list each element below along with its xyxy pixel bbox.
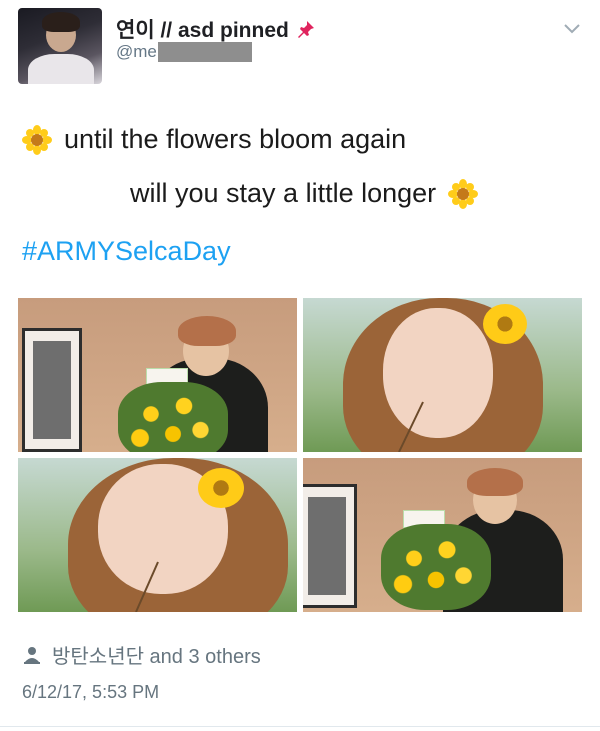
handle-redaction <box>157 42 252 62</box>
tweet-line-1: until the flowers bloom again <box>22 124 406 155</box>
person-icon <box>22 645 42 665</box>
handle-row: @me <box>116 42 252 62</box>
display-name[interactable]: 연이 // asd pinned <box>116 14 289 44</box>
tweet-text-line-1: until the flowers bloom again <box>64 124 407 154</box>
sunflower-icon <box>22 124 52 155</box>
tweet-text-line-2: will you stay a little longer <box>130 178 437 208</box>
photo-3[interactable] <box>18 458 297 612</box>
user-handle[interactable]: @me <box>116 42 157 62</box>
hashtag-link[interactable]: #ARMYSelcaDay <box>22 236 231 267</box>
photo-1[interactable] <box>18 298 297 452</box>
likes-row[interactable]: 방탄소년단 and 3 others <box>22 640 261 669</box>
avatar[interactable] <box>18 8 102 84</box>
tweet-header: 연이 // asd pinned @me <box>0 0 600 100</box>
pushpin-icon <box>297 20 315 38</box>
tweet-line-2: will you stay a little longer <box>130 178 479 209</box>
photo-2[interactable] <box>303 298 582 452</box>
display-name-row: 연이 // asd pinned <box>116 14 315 44</box>
photo-grid <box>18 298 582 614</box>
tweet-timestamp[interactable]: 6/12/17, 5:53 PM <box>22 682 159 703</box>
sunflower-icon <box>448 178 479 209</box>
likes-text[interactable]: 방탄소년단 and 3 others <box>52 640 261 669</box>
chevron-down-icon[interactable] <box>564 22 580 34</box>
divider <box>0 726 600 727</box>
photo-4[interactable] <box>303 458 582 612</box>
